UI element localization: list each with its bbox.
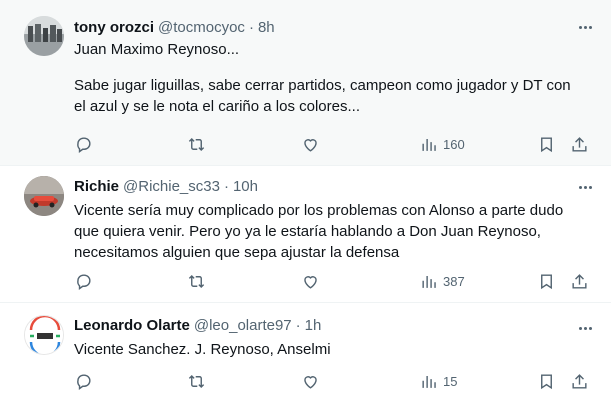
- timestamp[interactable]: 8h: [258, 19, 275, 36]
- share-icon: [572, 373, 587, 389]
- author-handle[interactable]: @tocmocyoc: [158, 19, 245, 36]
- tweet-line: que quiera venir. Pero yo ya le estaría …: [74, 223, 541, 240]
- tweet-line: Juan Maximo Reynoso...: [74, 41, 240, 58]
- views-icon: [422, 138, 436, 151]
- retweet-icon: [188, 374, 205, 388]
- share-icon: [572, 273, 587, 289]
- separator: ·: [248, 19, 254, 36]
- bookmark-icon: [541, 136, 552, 152]
- timestamp[interactable]: 1h: [305, 317, 322, 334]
- views-icon: [422, 275, 436, 288]
- like-button[interactable]: [301, 132, 320, 156]
- views-count: 15: [443, 373, 458, 389]
- retweet-icon: [188, 137, 205, 151]
- separator: ·: [295, 317, 301, 334]
- like-icon: [304, 275, 317, 289]
- more-icon[interactable]: [575, 318, 595, 338]
- author-name[interactable]: tony orozci: [74, 19, 154, 36]
- reply-button[interactable]: [74, 132, 93, 156]
- author-handle[interactable]: @leo_olarte97: [194, 317, 292, 334]
- tweet-header: Richie @Richie_sc33 · 10h: [74, 178, 258, 195]
- like-button[interactable]: [301, 369, 320, 393]
- retweet-icon: [188, 274, 205, 288]
- bookmark-button[interactable]: [537, 369, 556, 393]
- views-count: 160: [443, 136, 465, 152]
- timestamp[interactable]: 10h: [233, 178, 258, 195]
- avatar[interactable]: [24, 315, 64, 355]
- views-count: 387: [443, 273, 465, 289]
- retweet-button[interactable]: [187, 369, 206, 393]
- author-handle[interactable]: @Richie_sc33: [123, 178, 220, 195]
- tweet-line: Vicente Sanchez. J. Reynoso, Anselmi: [74, 341, 331, 358]
- tweet-text: Vicente Sanchez. J. Reynoso, Anselmi: [74, 339, 594, 360]
- reply-icon: [77, 273, 91, 290]
- like-icon: [304, 138, 317, 152]
- like-icon: [304, 375, 317, 389]
- views-button[interactable]: 160: [420, 132, 465, 156]
- more-icon[interactable]: [575, 177, 595, 197]
- action-bar: 387: [70, 269, 597, 293]
- action-bar: 160: [70, 132, 597, 156]
- avatar[interactable]: [24, 176, 64, 216]
- action-bar: 15: [70, 369, 597, 393]
- views-icon: [422, 375, 436, 388]
- tweet-line: Sabe jugar liguillas, sabe cerrar partid…: [74, 77, 571, 94]
- reply-button[interactable]: [74, 369, 93, 393]
- share-button[interactable]: [570, 132, 589, 156]
- share-icon: [572, 136, 587, 152]
- share-button[interactable]: [570, 269, 589, 293]
- retweet-button[interactable]: [187, 132, 206, 156]
- avatar[interactable]: [24, 16, 64, 56]
- author-name[interactable]: Leonardo Olarte: [74, 317, 190, 334]
- tweet-line: el azul y se le nota el cariño a los col…: [74, 98, 360, 115]
- reply-icon: [77, 136, 91, 153]
- more-icon[interactable]: [575, 17, 595, 37]
- bookmark-icon: [541, 273, 552, 289]
- tweet-line: necesitamos alguien que sepa ajustar la …: [74, 244, 400, 261]
- tweet-header: Leonardo Olarte @leo_olarte97 · 1h: [74, 317, 321, 334]
- like-button[interactable]: [301, 269, 320, 293]
- separator: ·: [223, 178, 229, 195]
- tweet-text: Juan Maximo Reynoso... Sabe jugar liguil…: [74, 39, 594, 117]
- views-button[interactable]: 387: [420, 269, 465, 293]
- tweet-header: tony orozci @tocmocyoc · 8h: [74, 19, 275, 36]
- bookmark-icon: [541, 373, 552, 389]
- views-button[interactable]: 15: [420, 369, 457, 393]
- bookmark-button[interactable]: [537, 269, 556, 293]
- tweet-text: Vicente sería muy complicado por los pro…: [74, 200, 594, 263]
- share-button[interactable]: [570, 369, 589, 393]
- tweet-line: Vicente sería muy complicado por los pro…: [74, 202, 564, 219]
- reply-icon: [77, 373, 91, 390]
- tweet[interactable]: Richie @Richie_sc33 · 10h Vicente sería …: [0, 166, 611, 303]
- retweet-button[interactable]: [187, 269, 206, 293]
- tweet[interactable]: tony orozci @tocmocyoc · 8h Juan Maximo …: [0, 0, 611, 166]
- bookmark-button[interactable]: [537, 132, 556, 156]
- author-name[interactable]: Richie: [74, 178, 119, 195]
- reply-button[interactable]: [74, 269, 93, 293]
- tweet[interactable]: Leonardo Olarte @leo_olarte97 · 1h Vicen…: [0, 303, 611, 402]
